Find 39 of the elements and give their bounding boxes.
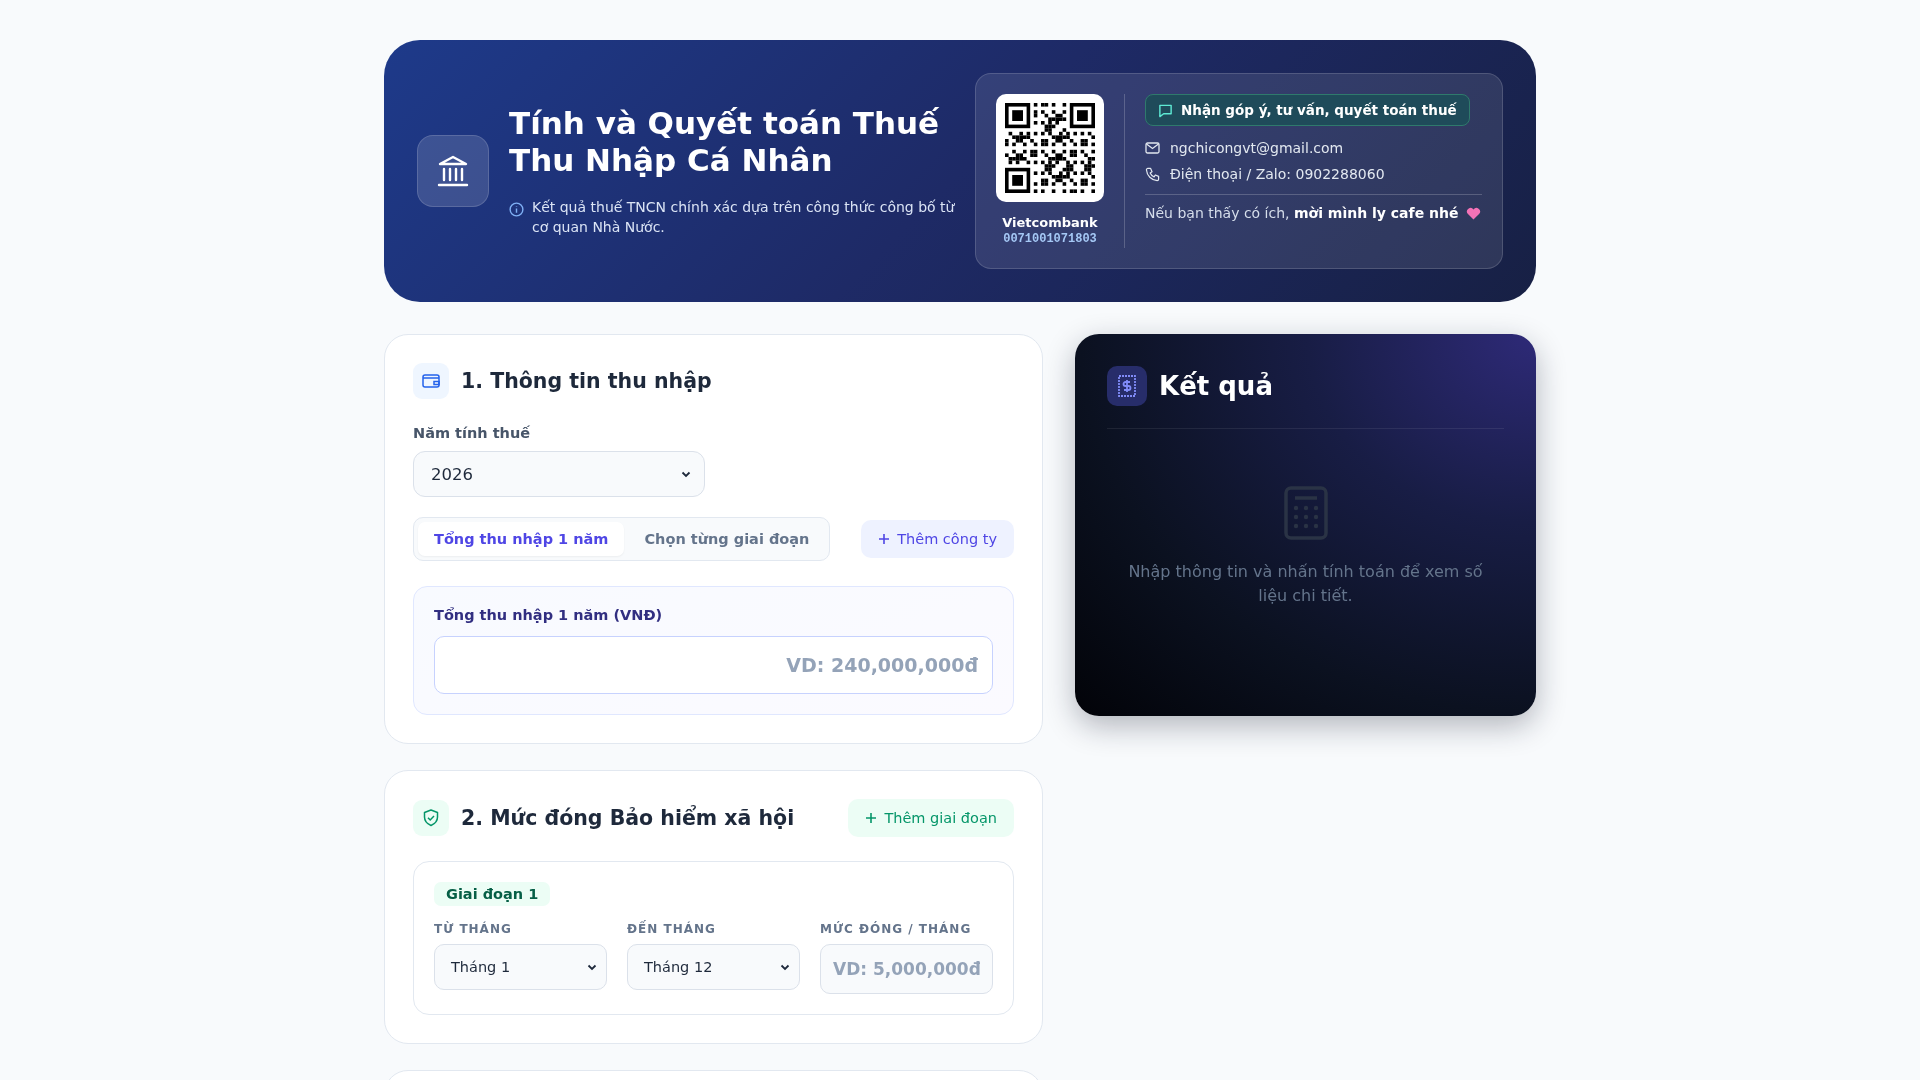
phone-icon [1145,166,1160,182]
result-title: Kết quả [1159,371,1273,401]
feedback-button[interactable]: Nhận góp ý, tư vấn, quyết toán thuế [1145,94,1470,126]
field-label: Năm tính thuế [413,425,532,441]
section-title: 2. Mức đóng Bảo hiểm xã hội [461,806,796,830]
field-label: MỨC ĐÓNG / THÁNG [820,922,973,936]
income-input[interactable]: VD: 240,000,000đ [434,636,993,694]
calculator-icon [1283,485,1328,540]
shield-check-icon [413,800,449,836]
plus-icon [878,533,891,545]
chat-bubble-icon [1158,102,1173,118]
mode-tab[interactable]: Tổng thu nhập 1 năm [418,522,625,556]
month-select[interactable]: Tháng 12 [627,944,800,990]
page-title: Tính và Quyết toán Thuế Thu Nhập Cá Nhân [509,105,941,179]
subtitle-text: Kết quả thuế TNCN chính xác dựa trên công thức công bố từ cơ quan Nhà Nước. [532,198,955,237]
receipt-dollar-icon [1107,366,1147,406]
bank-name: Vietcombank [1002,215,1098,230]
add-period-button[interactable]: Thêm giai đoạn [848,799,1014,837]
add-company-button[interactable]: Thêm công ty [861,520,1014,558]
donate-note: Nếu bạn thấy có ích, mời mình ly cafe nhé [1145,205,1459,221]
section-title: 1. Thông tin thu nhập [461,369,713,393]
month-select[interactable]: Tháng 1 [434,944,607,990]
heart-icon [1466,206,1482,220]
email-text: ngchicongvt@gmail.com [1170,140,1344,156]
period-badge: Giai đoạn 1 [434,882,551,906]
mail-icon [1145,142,1160,154]
phone-text: Điện thoại / Zalo: 0902288060 [1170,166,1385,182]
mode-tab[interactable]: Chọn từng giai đoạn [628,522,826,556]
account-number: 0071001071803 [1003,232,1097,246]
bank-building-icon [437,154,469,188]
year-select[interactable]: 2026 [413,451,705,497]
field-label: ĐẾN THÁNG [627,922,717,936]
wallet-icon [413,363,449,399]
field-label: TỪ THÁNG [434,922,513,936]
info-icon [509,202,524,217]
empty-state-message: Nhập thông tin và nhấn tính toán để xem số liệu chi tiết. [1127,560,1484,607]
plus-icon [865,812,878,824]
amount-input[interactable]: VD: 5,000,000đ [820,944,993,994]
field-label: Tổng thu nhập 1 năm (VNĐ) [434,607,664,623]
